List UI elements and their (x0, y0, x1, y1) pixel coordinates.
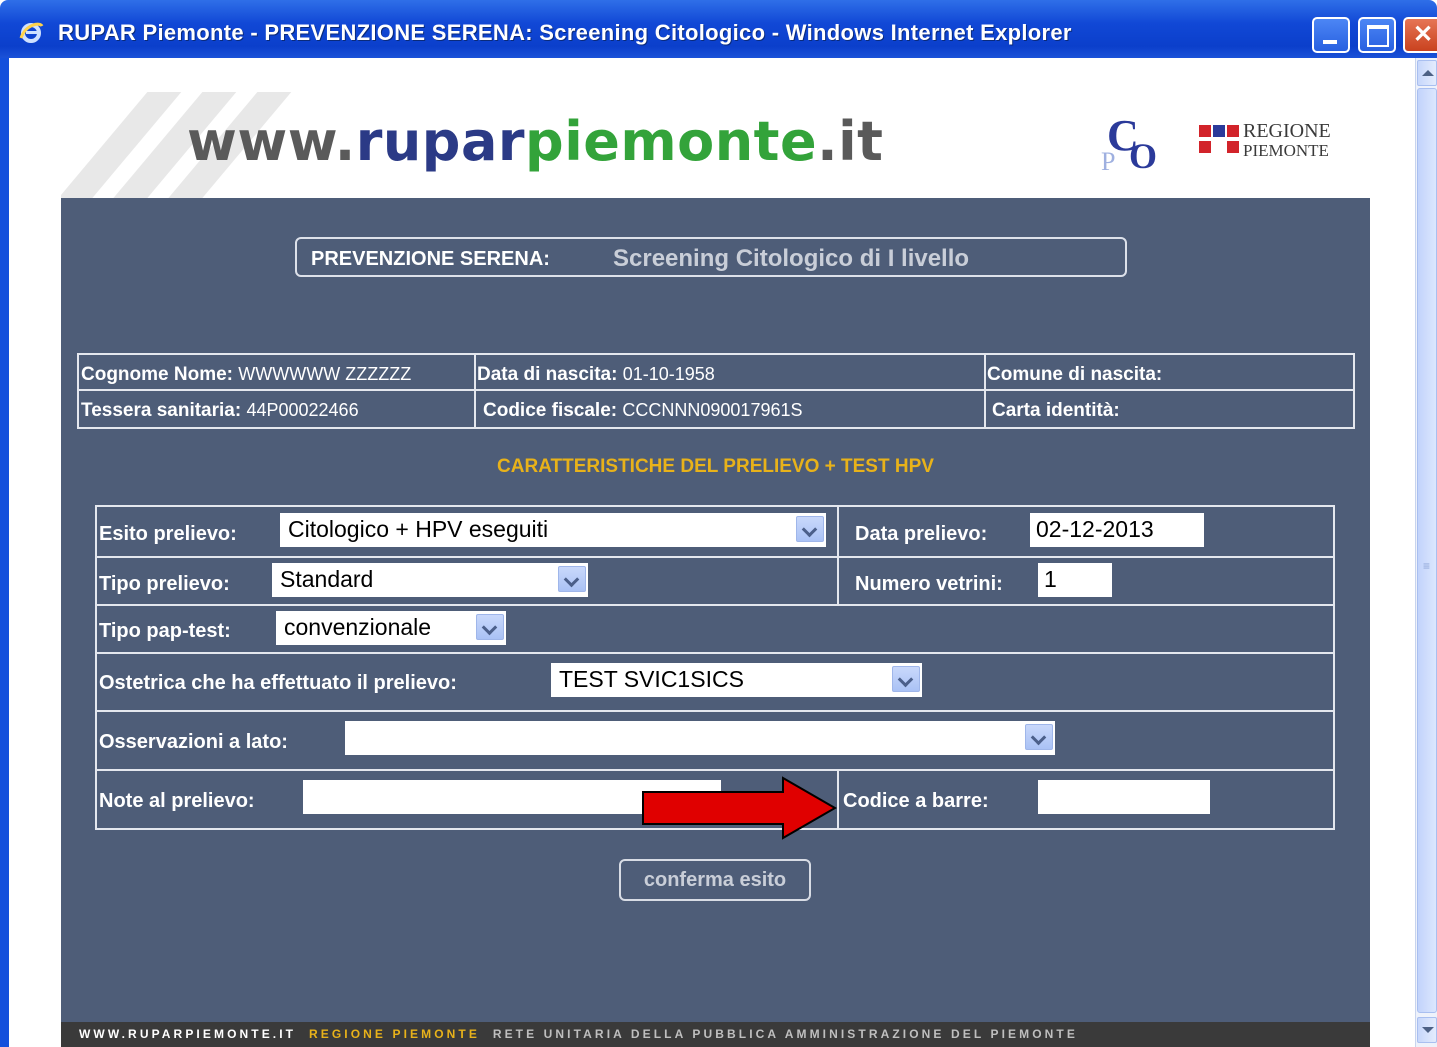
site-header: www.ruparpiemonte.it C O P REGIONE PIEMO… (61, 92, 1370, 198)
patient-fiscal-code: Codice fiscale: CCCNNN090017961S (483, 400, 803, 421)
numero-vetrini-input[interactable]: 1 (1038, 563, 1112, 597)
tipo-pap-test-label: Tipo pap-test: (99, 620, 231, 642)
ostetrica-select[interactable]: TEST SVIC1SICS (551, 663, 922, 697)
patient-health-card: Tessera sanitaria: 44P00022466 (81, 400, 359, 421)
svg-text:P: P (1101, 147, 1115, 174)
numero-vetrini-label: Numero vetrini: (855, 573, 1003, 595)
footer-regione: REGIONE PIEMONTE (308, 1027, 480, 1041)
tipo-prelievo-select[interactable]: Standard (272, 563, 588, 597)
patient-birthdate: Data di nascita: 01-10-1958 (477, 364, 715, 385)
tipo-prelievo-label: Tipo prelievo: (99, 573, 230, 595)
site-piemonte: piemonte (525, 110, 818, 173)
chevron-down-icon[interactable] (796, 516, 824, 542)
window-titlebar[interactable]: RUPAR Piemonte - PREVENZIONE SERENA: Scr… (0, 0, 1437, 58)
chevron-down-icon[interactable] (1025, 724, 1053, 750)
scroll-down-button[interactable] (1417, 1017, 1437, 1043)
regione-line1: REGIONE (1243, 120, 1331, 142)
note-prelievo-label: Note al prelievo: (99, 790, 255, 812)
patient-name: Cognome Nome: WWWWWW ZZZZZZ (81, 364, 412, 385)
patient-info-table: Cognome Nome: WWWWWW ZZZZZZ Data di nasc… (77, 353, 1355, 429)
csi-logo-icon: C O P (1101, 114, 1157, 174)
patient-birthplace: Comune di nascita: (987, 364, 1163, 385)
data-prelievo-label: Data prelievo: (855, 523, 988, 545)
window-title: RUPAR Piemonte - PREVENZIONE SERENA: Scr… (58, 20, 1072, 45)
codice-barre-label: Codice a barre: (843, 790, 989, 812)
tipo-pap-test-select[interactable]: convenzionale (276, 611, 506, 645)
codice-barre-input[interactable] (1038, 780, 1210, 814)
osservazioni-select[interactable] (345, 721, 1055, 755)
minimize-button[interactable] (1312, 17, 1350, 53)
section-title: CARATTERISTICHE DEL PRELIEVO + TEST HPV (497, 456, 934, 477)
page-title: PREVENZIONE SERENA: Screening Citologico… (295, 237, 1127, 277)
red-arrow-icon (642, 776, 838, 840)
page-title-light: Screening Citologico di I livello (613, 245, 970, 272)
chevron-down-icon[interactable] (476, 614, 504, 640)
osservazioni-label: Osservazioni a lato: (99, 731, 288, 753)
esito-label: Esito prelievo: (99, 523, 237, 545)
svg-text:O: O (1129, 136, 1157, 174)
chevron-down-icon[interactable] (558, 566, 586, 592)
patient-id-card: Carta identità: (992, 400, 1120, 421)
confirm-esito-button[interactable]: conferma esito (619, 859, 811, 901)
site-www: www. (187, 110, 356, 173)
ostetrica-label: Ostetrica che ha effettuato il prelievo: (99, 672, 457, 694)
ie-logo-icon (19, 22, 44, 43)
site-rupar: rupar (355, 110, 526, 173)
site-it: .it (817, 110, 884, 173)
page-footer: WWW.RUPARPIEMONTE.IT REGIONE PIEMONTE RE… (61, 1022, 1370, 1047)
scroll-up-button[interactable] (1417, 60, 1437, 86)
site-logo-text: www.ruparpiemonte.it (187, 110, 883, 173)
esito-select[interactable]: Citologico + HPV eseguiti (280, 513, 826, 547)
regione-line2: PIEMONTE (1243, 141, 1329, 160)
page-container: www.ruparpiemonte.it C O P REGIONE PIEMO… (61, 92, 1370, 1047)
footer-site: WWW.RUPARPIEMONTE.IT (79, 1027, 297, 1041)
vertical-scrollbar[interactable] (1415, 58, 1437, 1047)
window-frame-left (0, 58, 9, 1047)
data-prelievo-input[interactable]: 02-12-2013 (1030, 513, 1204, 547)
close-button[interactable] (1403, 17, 1437, 53)
page-title-bold: PREVENZIONE SERENA: (311, 248, 550, 270)
regione-flag-icon (1199, 125, 1239, 157)
footer-rete: RETE UNITARIA DELLA PUBBLICA AMMINISTRAZ… (492, 1027, 1078, 1041)
scroll-thumb[interactable] (1417, 88, 1437, 1013)
chevron-down-icon[interactable] (892, 666, 920, 692)
maximize-button[interactable] (1358, 17, 1396, 53)
